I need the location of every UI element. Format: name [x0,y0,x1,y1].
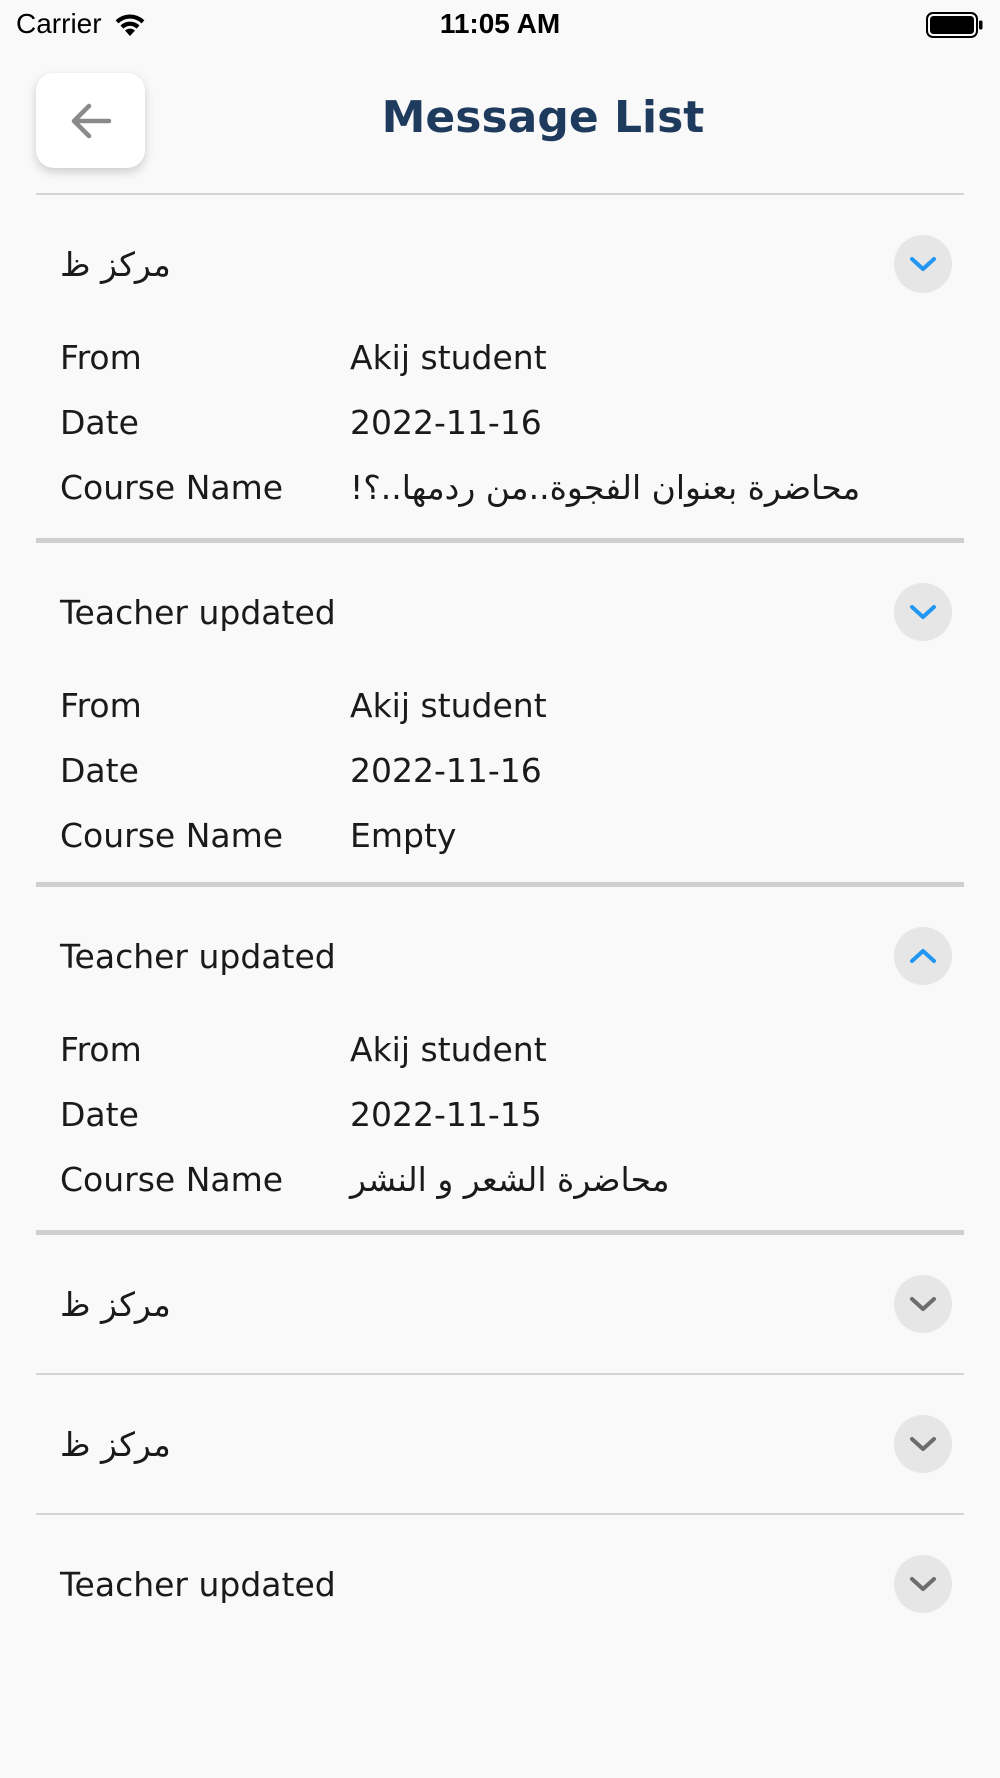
message-item: مركز ظ [36,1235,964,1373]
expand-toggle-button[interactable] [894,1555,952,1613]
course-name-label: Course Name [60,816,284,855]
detail-row-course: Course Name !محاضرة بعنوان الفجوة..من رد… [60,455,940,520]
from-value: Akij student [350,338,547,377]
detail-row-date: Date 2022-11-15 [60,1082,940,1147]
message-details: From Akij student Date 2022-11-16 Course… [36,673,964,882]
date-value: 2022-11-16 [350,403,542,442]
from-label: From [60,1030,142,1069]
course-name-value: محاضرة الشعر و النشر [350,1160,670,1199]
course-name-value: Empty [350,816,457,855]
status-time: 11:05 AM [439,8,561,39]
message-header[interactable]: Teacher updated [36,887,964,1025]
detail-row-course: Course Name Empty [60,803,940,868]
course-name-value: !محاضرة بعنوان الفجوة..من ردمها..؟ [350,468,861,507]
message-header[interactable]: Teacher updated [36,1515,964,1653]
date-label: Date [60,403,139,442]
message-header[interactable]: Teacher updated [36,543,964,681]
chevron-down-icon [910,1577,936,1591]
detail-row-date: Date 2022-11-16 [60,390,940,455]
message-title: مركز ظ [60,1424,171,1464]
expand-toggle-button[interactable] [894,235,952,293]
message-header[interactable]: مركز ظ [36,1235,964,1373]
date-label: Date [60,1095,139,1134]
date-value: 2022-11-16 [350,751,542,790]
message-header[interactable]: مركز ظ [36,195,964,333]
from-value: Akij student [350,686,547,725]
status-bar: Carrier 11:05 AM [0,0,1000,50]
chevron-down-icon [910,605,936,619]
detail-row-from: From Akij student [60,1017,940,1082]
message-header[interactable]: مركز ظ [36,1375,964,1513]
message-details: From Akij student Date 2022-11-15 Course… [36,1017,964,1230]
detail-row-from: From Akij student [60,325,940,390]
date-value: 2022-11-15 [350,1095,542,1134]
chevron-down-icon [910,1297,936,1311]
detail-row-from: From Akij student [60,673,940,738]
message-item: Teacher updated [36,1515,964,1653]
course-name-label: Course Name [60,468,284,507]
message-title: مركز ظ [60,244,171,284]
expand-toggle-button[interactable] [894,1275,952,1333]
message-details: From Akij student Date 2022-11-16 Course… [36,325,964,538]
expand-toggle-button[interactable] [894,927,952,985]
message-item: Teacher updated From Akij student Date 2… [36,887,964,1230]
detail-row-date: Date 2022-11-16 [60,738,940,803]
page-title: Message List [381,92,705,143]
message-title: Teacher updated [60,592,336,632]
message-title: مركز ظ [60,1284,171,1324]
expand-toggle-button[interactable] [894,583,952,641]
message-item: مركز ظ [36,1375,964,1513]
course-name-label: Course Name [60,1160,284,1199]
message-list: مركز ظ From Akij student Date 2022-11-16… [36,193,964,1653]
message-title: Teacher updated [60,936,336,976]
date-label: Date [60,751,139,790]
message-item: مركز ظ From Akij student Date 2022-11-16… [36,195,964,538]
message-item: Teacher updated From Akij student Date 2… [36,543,964,882]
detail-row-course: Course Name محاضرة الشعر و النشر [60,1147,940,1212]
expand-toggle-button[interactable] [894,1415,952,1473]
from-value: Akij student [350,1030,547,1069]
from-label: From [60,686,142,725]
chevron-down-icon [910,1437,936,1451]
chevron-up-icon [910,949,936,963]
message-title: Teacher updated [60,1564,336,1604]
from-label: From [60,338,142,377]
chevron-down-icon [910,257,936,271]
battery-icon [926,12,983,38]
